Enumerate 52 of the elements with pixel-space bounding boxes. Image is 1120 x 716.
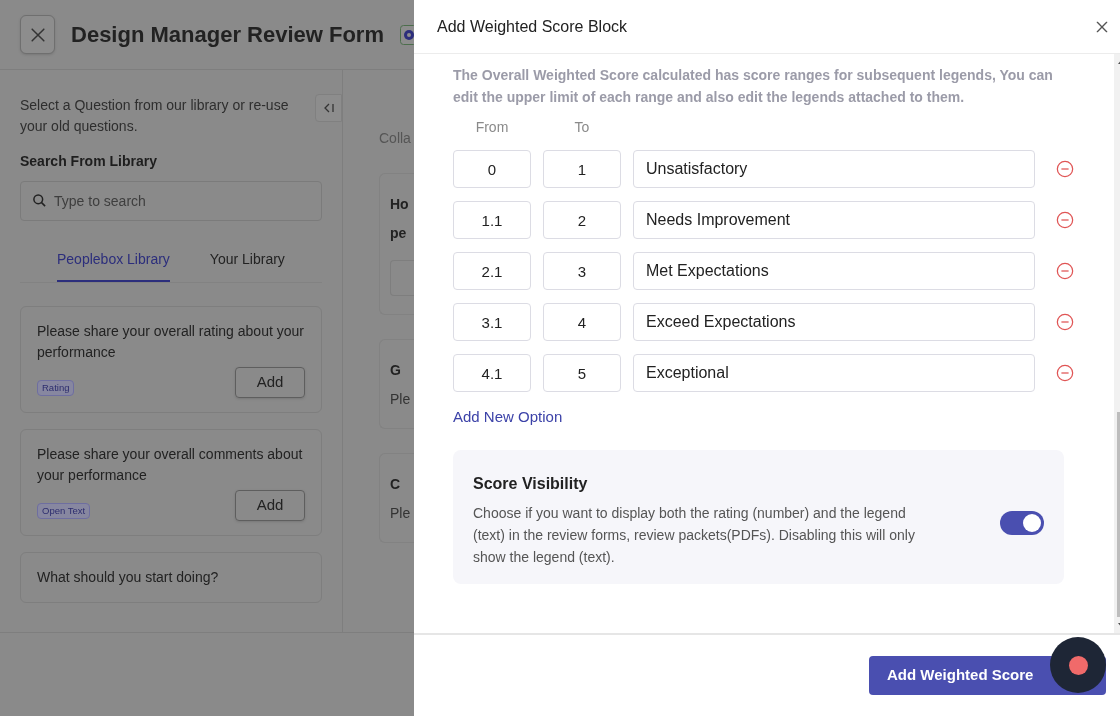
from-field[interactable]: 4.1 — [453, 354, 531, 392]
to-field[interactable]: 5 — [543, 354, 621, 392]
form-question-title: pe — [390, 224, 408, 243]
legend-field[interactable]: Needs Improvement — [633, 201, 1035, 239]
to-field[interactable]: 4 — [543, 303, 621, 341]
question-type-tag: Open Text — [37, 502, 91, 519]
form-title: Design Manager Review Form — [71, 21, 384, 49]
section-description: Choose if you want to display both the rating (number) and the legend (text) in the review forms, review packets(PDFs). Disabling this will only show the legend (text). — [473, 503, 916, 567]
question-type-tag: Rating — [37, 379, 75, 396]
section-title: Score Visibility — [473, 473, 589, 494]
remove-icon[interactable] — [1056, 211, 1074, 229]
to-field[interactable]: 1 — [543, 150, 621, 188]
to-field[interactable]: 3 — [543, 252, 621, 290]
question-text: What should you start doing? — [37, 568, 220, 587]
form-question-title: Ho — [390, 195, 410, 214]
form-question-text: Ple — [390, 390, 412, 409]
add-option-link[interactable]: Add New Option — [453, 406, 563, 429]
collapse-panel-button[interactable] — [315, 94, 342, 122]
add-question-button[interactable]: Add — [235, 490, 305, 521]
toggle-switch[interactable] — [1000, 510, 1044, 535]
from-field[interactable]: 2.1 — [453, 252, 531, 290]
to-field[interactable]: 2 — [543, 201, 621, 239]
drawer-title: Add Weighted Score Block — [437, 16, 628, 37]
form-question-text: Ple — [390, 504, 412, 523]
drawer-description: The Overall Weighted Score calculated has score ranges for subsequent legends, You can edit the upper limit of each range and also edit the legends attached to them. — [453, 66, 1054, 107]
column-header: To — [573, 118, 591, 137]
screen-recorder-overlay[interactable] — [1050, 637, 1106, 693]
question-text: Please share your overall comments about your performance — [37, 445, 304, 485]
remove-icon[interactable] — [1056, 262, 1074, 280]
form-question-title: G — [390, 361, 402, 380]
remove-icon[interactable] — [1056, 313, 1074, 331]
legend-field[interactable]: Exceptional — [633, 354, 1035, 392]
legend-field[interactable]: Unsatisfactory — [633, 150, 1035, 188]
target-icon — [400, 24, 414, 45]
from-field[interactable]: 0 — [453, 150, 531, 188]
close-button[interactable] — [20, 15, 55, 54]
column-header: From — [474, 118, 510, 137]
legend-field[interactable]: Exceed Expectations — [633, 303, 1035, 341]
search-label: Search From Library — [20, 152, 158, 171]
from-field[interactable]: 3.1 — [453, 303, 531, 341]
form-question-title: C — [390, 475, 402, 494]
remove-icon[interactable] — [1056, 160, 1074, 178]
panel-intro: Select a Question from our library or re-use your old questions. — [20, 96, 290, 136]
collapse-icon — [322, 102, 335, 114]
library-tab[interactable]: Your Library — [209, 249, 285, 282]
add-question-button[interactable]: Add — [235, 367, 305, 398]
legend-field[interactable]: Met Expectations — [633, 252, 1035, 290]
search-icon — [32, 193, 47, 208]
search-field[interactable]: Type to search — [20, 181, 322, 221]
remove-icon[interactable] — [1056, 364, 1074, 382]
question-text: Please share your overall rating about your performance — [37, 322, 305, 362]
from-field[interactable]: 1.1 — [453, 201, 531, 239]
